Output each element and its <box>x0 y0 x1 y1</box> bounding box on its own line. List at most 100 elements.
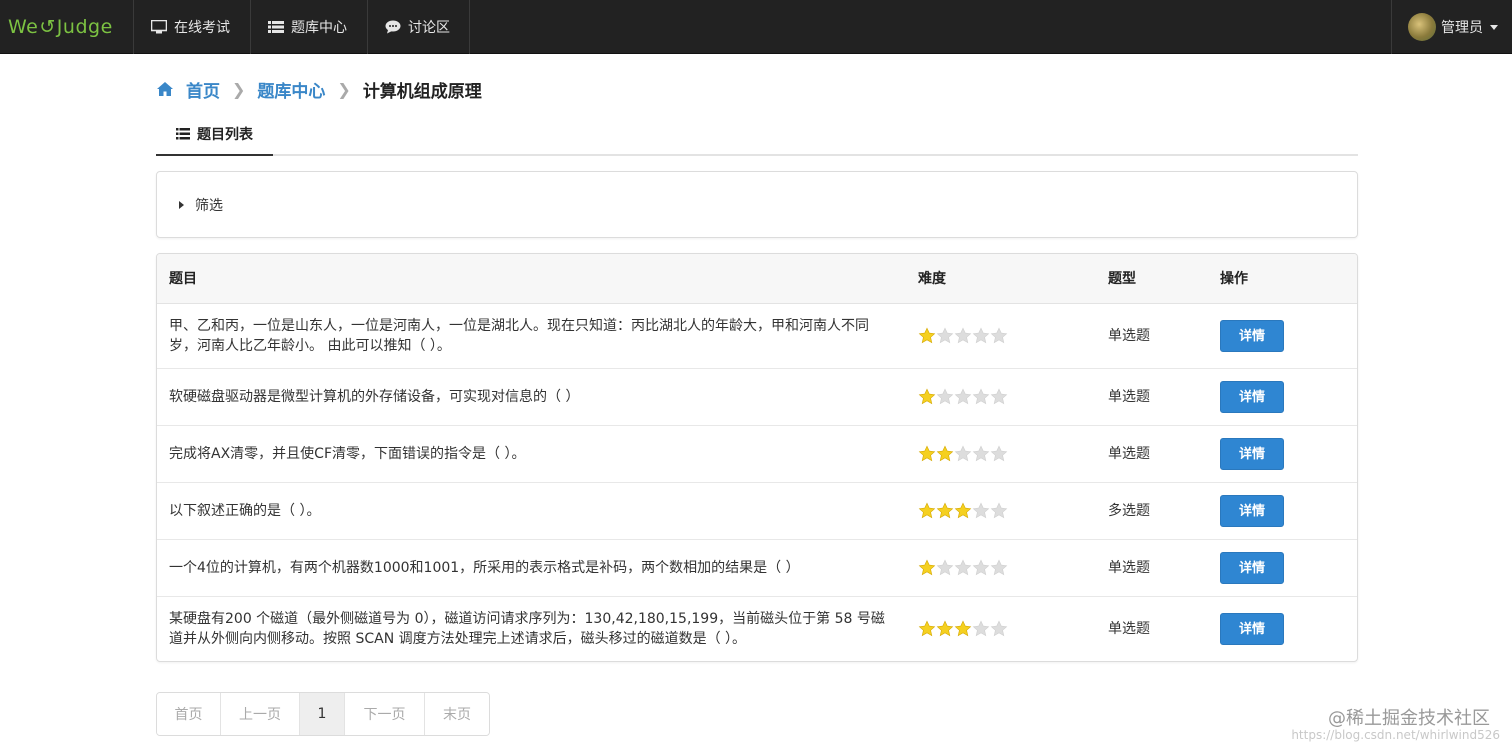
details-button[interactable]: 详情 <box>1220 551 1284 584</box>
difficulty-stars <box>918 558 1084 577</box>
question-type: 单选题 <box>1096 368 1208 426</box>
tab-question-list[interactable]: 题目列表 <box>156 114 273 156</box>
breadcrumb-question-bank-link[interactable]: 题库中心 <box>257 77 325 102</box>
last-page-button[interactable]: 末页 <box>425 693 489 735</box>
watermark: @稀土掘金技术社区 <box>1328 708 1490 729</box>
star-filled-icon <box>954 501 972 518</box>
column-header-difficulty: 难度 <box>906 254 1096 304</box>
details-button[interactable]: 详情 <box>1220 319 1284 352</box>
table-row: 完成将AX清零，并且使CF清零，下面错误的指令是（ ）。 单选题 详情 <box>157 425 1357 483</box>
question-table: 题目 难度 题型 操作 甲、乙和丙，一位是山东人，一位是河南人，一位是湖北人。现… <box>156 253 1358 662</box>
star-empty-icon <box>990 444 1008 461</box>
next-page-button[interactable]: 下一页 <box>345 693 425 735</box>
star-filled-icon <box>936 501 954 518</box>
home-icon[interactable] <box>156 81 174 97</box>
nav-item-discussion[interactable]: 讨论区 <box>368 0 470 54</box>
star-empty-icon <box>936 558 954 575</box>
details-button[interactable]: 详情 <box>1220 380 1284 413</box>
table-header-row: 题目 难度 题型 操作 <box>157 254 1357 304</box>
star-empty-icon <box>936 326 954 343</box>
table-row: 软硬磁盘驱动器是微型计算机的外存储设备，可实现对信息的（ ） 单选题 详情 <box>157 368 1357 426</box>
prev-page-button[interactable]: 上一页 <box>221 693 300 735</box>
difficulty-stars <box>918 444 1084 463</box>
nav-item-online-exam[interactable]: 在线考试 <box>134 0 251 54</box>
star-empty-icon <box>936 387 954 404</box>
difficulty-stars <box>918 620 1084 638</box>
star-filled-icon <box>954 620 972 636</box>
question-type: 单选题 <box>1096 303 1208 369</box>
nav-item-label: 讨论区 <box>408 20 450 36</box>
star-empty-icon <box>954 387 972 404</box>
nav-item-label: 题库中心 <box>291 20 347 36</box>
nav-item-label: 在线考试 <box>174 20 230 36</box>
difficulty-stars <box>918 501 1084 520</box>
star-empty-icon <box>972 558 990 575</box>
star-empty-icon <box>990 558 1008 575</box>
details-button[interactable]: 详情 <box>1220 612 1284 645</box>
pagination: 首页 上一页 1 下一页 末页 <box>156 692 490 736</box>
column-header-type: 题型 <box>1096 254 1208 304</box>
difficulty-stars <box>918 387 1084 406</box>
column-header-action: 操作 <box>1208 254 1357 304</box>
chevron-right-icon: ❯ <box>337 79 351 99</box>
details-button[interactable]: 详情 <box>1220 494 1284 527</box>
breadcrumb-home-link[interactable]: 首页 <box>186 77 220 102</box>
question-title: 以下叙述正确的是（ ）。 <box>157 482 906 540</box>
star-filled-icon <box>936 620 954 636</box>
brand-logo[interactable]: We↺Judge <box>0 0 134 54</box>
star-filled-icon <box>918 558 936 575</box>
chat-bubble-icon <box>385 20 401 34</box>
star-filled-icon <box>918 444 936 461</box>
avatar <box>1408 13 1436 41</box>
star-empty-icon <box>990 501 1008 518</box>
star-empty-icon <box>972 326 990 343</box>
star-empty-icon <box>990 620 1008 636</box>
column-header-title: 题目 <box>157 254 906 304</box>
star-filled-icon <box>918 326 936 343</box>
list-icon <box>176 128 190 140</box>
question-type: 单选题 <box>1108 620 1150 637</box>
tab-label: 题目列表 <box>197 127 253 143</box>
table-row: 甲、乙和丙，一位是山东人，一位是河南人，一位是湖北人。现在只知道：丙比湖北人的年… <box>157 303 1357 369</box>
table-row: 一个4位的计算机，有两个机器数1000和1001，所采用的表示格式是补码，两个数… <box>157 539 1357 597</box>
chevron-right-icon: ❯ <box>232 79 246 99</box>
tab-bar: 题目列表 <box>156 114 1358 156</box>
nav-item-question-bank[interactable]: 题库中心 <box>251 0 368 54</box>
difficulty-stars <box>918 326 1084 345</box>
star-empty-icon <box>990 326 1008 343</box>
user-name: 管理员 <box>1441 20 1483 36</box>
details-button[interactable]: 详情 <box>1220 437 1284 470</box>
list-icon <box>268 21 284 33</box>
star-filled-icon <box>918 620 936 636</box>
star-empty-icon <box>990 387 1008 404</box>
top-navbar: We↺Judge 在线考试 题库中心 讨论区 管理员 <box>0 0 1512 54</box>
question-title: 某硬盘有200 个磁道（最外侧磁道号为 0），磁道访问请求序列为：130,42,… <box>169 610 885 647</box>
filter-label: 筛选 <box>195 197 223 214</box>
question-title: 甲、乙和丙，一位是山东人，一位是河南人，一位是湖北人。现在只知道：丙比湖北人的年… <box>157 303 906 369</box>
star-empty-icon <box>954 326 972 343</box>
star-empty-icon <box>972 620 990 636</box>
question-title: 软硬磁盘驱动器是微型计算机的外存储设备，可实现对信息的（ ） <box>157 368 906 426</box>
star-empty-icon <box>972 501 990 518</box>
question-type: 单选题 <box>1096 425 1208 483</box>
star-empty-icon <box>972 444 990 461</box>
user-menu[interactable]: 管理员 <box>1391 0 1512 54</box>
question-type: 多选题 <box>1096 482 1208 540</box>
star-filled-icon <box>918 387 936 404</box>
breadcrumb: 首页 ❯ 题库中心 ❯ 计算机组成原理 <box>156 76 482 102</box>
star-empty-icon <box>954 444 972 461</box>
question-type: 单选题 <box>1096 539 1208 597</box>
watermark-url: https://blog.csdn.net/whirlwind526 <box>1291 728 1500 742</box>
current-page-button[interactable]: 1 <box>300 693 345 735</box>
logo-text: We↺Judge <box>8 16 113 38</box>
breadcrumb-current: 计算机组成原理 <box>362 81 482 102</box>
table-row: 某硬盘有200 个磁道（最外侧磁道号为 0），磁道访问请求序列为：130,42,… <box>157 596 1357 661</box>
question-title: 完成将AX清零，并且使CF清零，下面错误的指令是（ ）。 <box>157 425 906 483</box>
star-filled-icon <box>918 501 936 518</box>
first-page-button[interactable]: 首页 <box>157 693 221 735</box>
caret-right-icon <box>179 200 184 209</box>
table-row: 以下叙述正确的是（ ）。 多选题 详情 <box>157 482 1357 540</box>
chevron-down-icon <box>1490 24 1498 30</box>
filter-toggle[interactable]: 筛选 <box>156 171 1358 238</box>
question-title: 一个4位的计算机，有两个机器数1000和1001，所采用的表示格式是补码，两个数… <box>157 539 906 597</box>
